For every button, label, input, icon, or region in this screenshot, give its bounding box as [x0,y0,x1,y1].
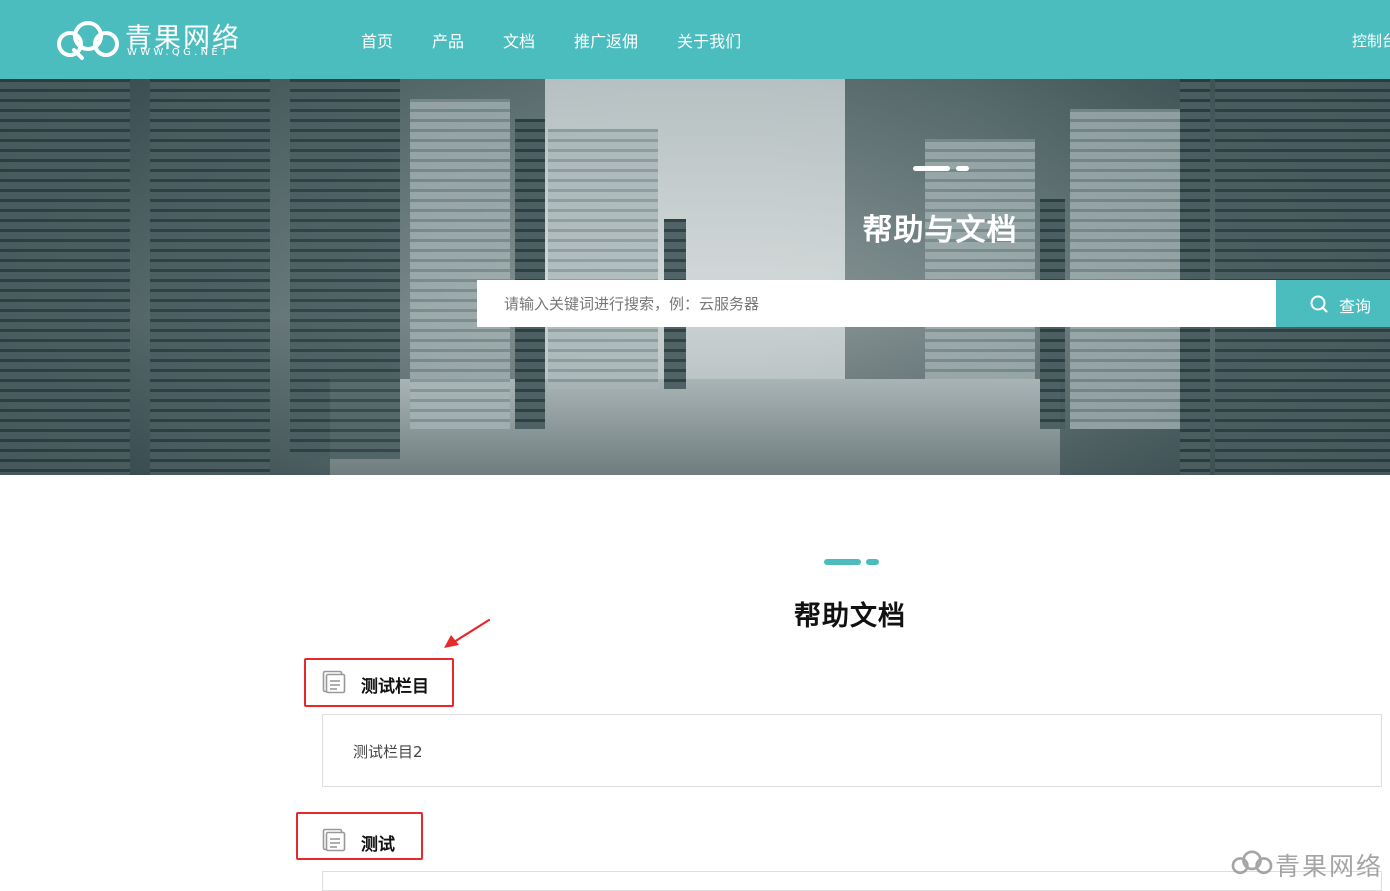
server-rack [0,79,130,475]
server-rack [1070,109,1180,429]
nav-item-products[interactable]: 产品 [432,28,464,52]
section-decoration [824,559,861,565]
server-rack [515,119,545,429]
console-link[interactable]: 控制台 [1352,30,1390,51]
category-item-link[interactable]: 测试栏目2 [353,741,423,762]
server-rack [1180,79,1210,475]
server-rack [925,139,1035,379]
server-rack [410,99,510,429]
search-button-label: 查询 [1339,297,1372,316]
main-nav: 首页 产品 文档 推广返佣 关于我们 [361,28,780,52]
brand-domain: WWW.QG.NET [127,47,231,58]
title-decoration [956,166,969,171]
top-header: 青果网络 WWW.QG.NET 首页 产品 文档 推广返佣 关于我们 控制台 [0,0,1390,79]
title-decoration [913,166,950,171]
nav-item-affiliate[interactable]: 推广返佣 [574,28,638,52]
banner-title: 帮助与文档 [862,213,1018,248]
watermark: 青果网络 [1231,849,1381,881]
server-rack [150,79,270,475]
search-input[interactable] [477,280,1276,327]
category-panel [322,714,1382,787]
hero-banner: 帮助与文档 查询 [0,79,1390,475]
nav-item-home[interactable]: 首页 [361,28,393,52]
section-title: 帮助文档 [794,601,906,632]
cloud-logo-icon [1231,850,1273,875]
server-rack [1215,79,1390,475]
server-rack [548,129,658,389]
section-decoration [866,559,879,565]
watermark-text: 青果网络 [1275,852,1384,881]
highlight-box [296,812,423,860]
cloud-logo-icon [57,21,119,60]
nav-item-docs[interactable]: 文档 [503,28,535,52]
server-rack [290,79,400,459]
annotation-arrow-icon [444,618,491,648]
category-panel [322,871,1382,891]
search-button[interactable]: 查询 [1276,280,1390,327]
highlight-box [304,658,454,707]
nav-item-about[interactable]: 关于我们 [677,28,741,52]
search-icon [1310,295,1328,313]
